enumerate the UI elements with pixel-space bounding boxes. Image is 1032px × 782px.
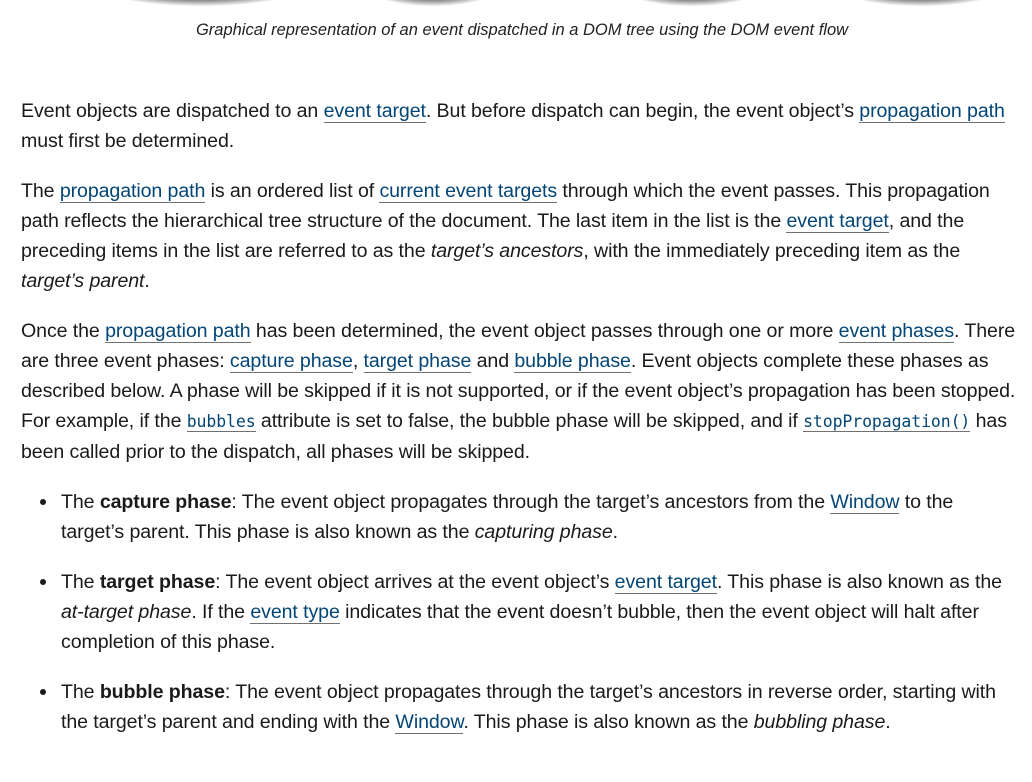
list-item-bubble-phase: The bubble phase: The event object propa… (40, 677, 1021, 737)
code-stoppropagation-link[interactable]: stopPropagation() (803, 412, 970, 432)
text: . (612, 521, 619, 543)
figure-shape (826, 0, 1016, 6)
term-target-phase: target phase (99, 571, 216, 593)
paragraph-dispatch: Event objects are dispatched to an event… (21, 96, 1021, 156)
term-capture-phase: capture phase (99, 491, 232, 513)
text: attribute is set to false, the bubble ph… (255, 410, 804, 432)
link-event-type[interactable]: event type (250, 601, 340, 624)
paragraph-propagation-path: The propagation path is an ordered list … (21, 176, 1021, 296)
text: The (61, 491, 100, 513)
emphasis-bubbling-phase: bubbling phase (753, 711, 886, 733)
link-target-phase[interactable]: target phase (363, 350, 471, 373)
text: . If the (191, 601, 251, 623)
text: . This phase is also known as the (716, 571, 1002, 593)
emphasis-targets-ancestors: target’s ancestors (430, 240, 584, 262)
figure-image-fragment (0, 0, 1032, 12)
list-item-capture-phase: The capture phase: The event object prop… (40, 487, 1021, 547)
term-bubble-phase: bubble phase (99, 681, 225, 703)
bullet-icon (40, 499, 46, 505)
text: and (471, 350, 515, 372)
main-content: Event objects are dispatched to an event… (21, 96, 1021, 757)
emphasis-capturing-phase: capturing phase (474, 521, 613, 543)
link-window[interactable]: Window (395, 711, 464, 734)
link-event-phases[interactable]: event phases (838, 320, 954, 343)
text: Once the (21, 320, 106, 342)
text: : The event object arrives at the event … (215, 571, 615, 593)
list-item-target-phase: The target phase: The event object arriv… (40, 567, 1021, 657)
phase-list: The capture phase: The event object prop… (21, 487, 1021, 737)
text: . (885, 711, 891, 733)
bullet-icon (40, 579, 46, 585)
link-window[interactable]: Window (830, 491, 900, 514)
text: . But before dispatch can begin, the eve… (425, 100, 860, 122)
link-event-target[interactable]: event target (614, 571, 717, 594)
text: is an ordered list of (205, 180, 380, 202)
text: must first be determined. (21, 130, 235, 152)
text: The (61, 681, 100, 703)
figure-shape (612, 0, 772, 6)
text: . (144, 270, 150, 292)
link-propagation-path[interactable]: propagation path (105, 320, 251, 343)
bullet-icon (40, 689, 46, 695)
emphasis-targets-parent: target’s parent (21, 270, 145, 292)
link-event-target[interactable]: event target (786, 210, 889, 233)
text: , (352, 350, 364, 372)
link-event-target[interactable]: event target (323, 100, 426, 123)
figure-shape (86, 0, 316, 6)
emphasis-at-target-phase: at-target phase (61, 601, 192, 623)
text: has been determined, the event object pa… (250, 320, 839, 342)
text: The (61, 571, 100, 593)
text: Event objects are dispatched to an (21, 100, 324, 122)
text: : The event object propagates through th… (231, 491, 831, 513)
text: , with the immediately preceding item as… (583, 240, 961, 262)
link-capture-phase[interactable]: capture phase (229, 350, 353, 373)
figure-shape (358, 0, 508, 6)
paragraph-event-phases: Once the propagation path has been deter… (21, 316, 1021, 467)
link-bubble-phase[interactable]: bubble phase (514, 350, 631, 373)
link-propagation-path[interactable]: propagation path (859, 100, 1005, 123)
link-current-event-targets[interactable]: current event targets (379, 180, 557, 203)
link-propagation-path[interactable]: propagation path (59, 180, 205, 203)
text: The (21, 180, 60, 202)
text: . This phase is also known as the (463, 711, 754, 733)
code-bubbles-link[interactable]: bubbles (186, 412, 256, 432)
figure-caption: Graphical representation of an event dis… (195, 21, 849, 39)
